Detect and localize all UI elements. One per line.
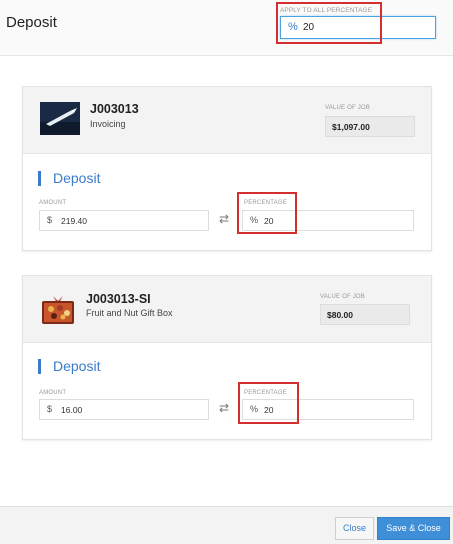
- amount-label: AMOUNT: [39, 390, 67, 396]
- job-name: Invoicing: [90, 119, 126, 129]
- value-of-job-label: VALUE OF JOB: [325, 105, 370, 111]
- value-of-job-value: $80.00: [327, 310, 353, 320]
- close-button[interactable]: Close: [335, 517, 374, 540]
- dollar-icon: $: [47, 404, 53, 414]
- job-id: J003013: [90, 102, 139, 116]
- job-thumbnail: [40, 102, 80, 135]
- swap-arrows-icon[interactable]: ⇄: [219, 212, 229, 226]
- highlight-box: [238, 382, 299, 424]
- value-of-job-field: $1,097.00: [325, 116, 415, 137]
- amount-label: AMOUNT: [39, 200, 67, 206]
- deposit-accent-bar: [38, 171, 41, 186]
- deposit-title: Deposit: [53, 358, 101, 374]
- job-id: J003013-SI: [86, 292, 151, 306]
- amount-value: 219.40: [61, 216, 87, 226]
- highlight-box: [276, 2, 382, 44]
- value-of-job-value: $1,097.00: [332, 122, 370, 132]
- job-thumbnail: [40, 293, 76, 326]
- value-of-job-field: $80.00: [320, 304, 410, 325]
- deposit-title: Deposit: [53, 170, 101, 186]
- amount-value: 16.00: [61, 405, 83, 415]
- job-name: Fruit and Nut Gift Box: [86, 308, 173, 318]
- save-and-close-button[interactable]: Save & Close: [377, 517, 450, 540]
- deposit-accent-bar: [38, 359, 41, 374]
- amount-input[interactable]: $ 219.40: [39, 210, 209, 231]
- highlight-box: [237, 192, 297, 234]
- amount-input[interactable]: $ 16.00: [39, 399, 209, 420]
- swap-arrows-icon[interactable]: ⇄: [219, 401, 229, 415]
- dollar-icon: $: [47, 215, 53, 225]
- value-of-job-label: VALUE OF JOB: [320, 294, 365, 300]
- page-title: Deposit: [6, 14, 57, 31]
